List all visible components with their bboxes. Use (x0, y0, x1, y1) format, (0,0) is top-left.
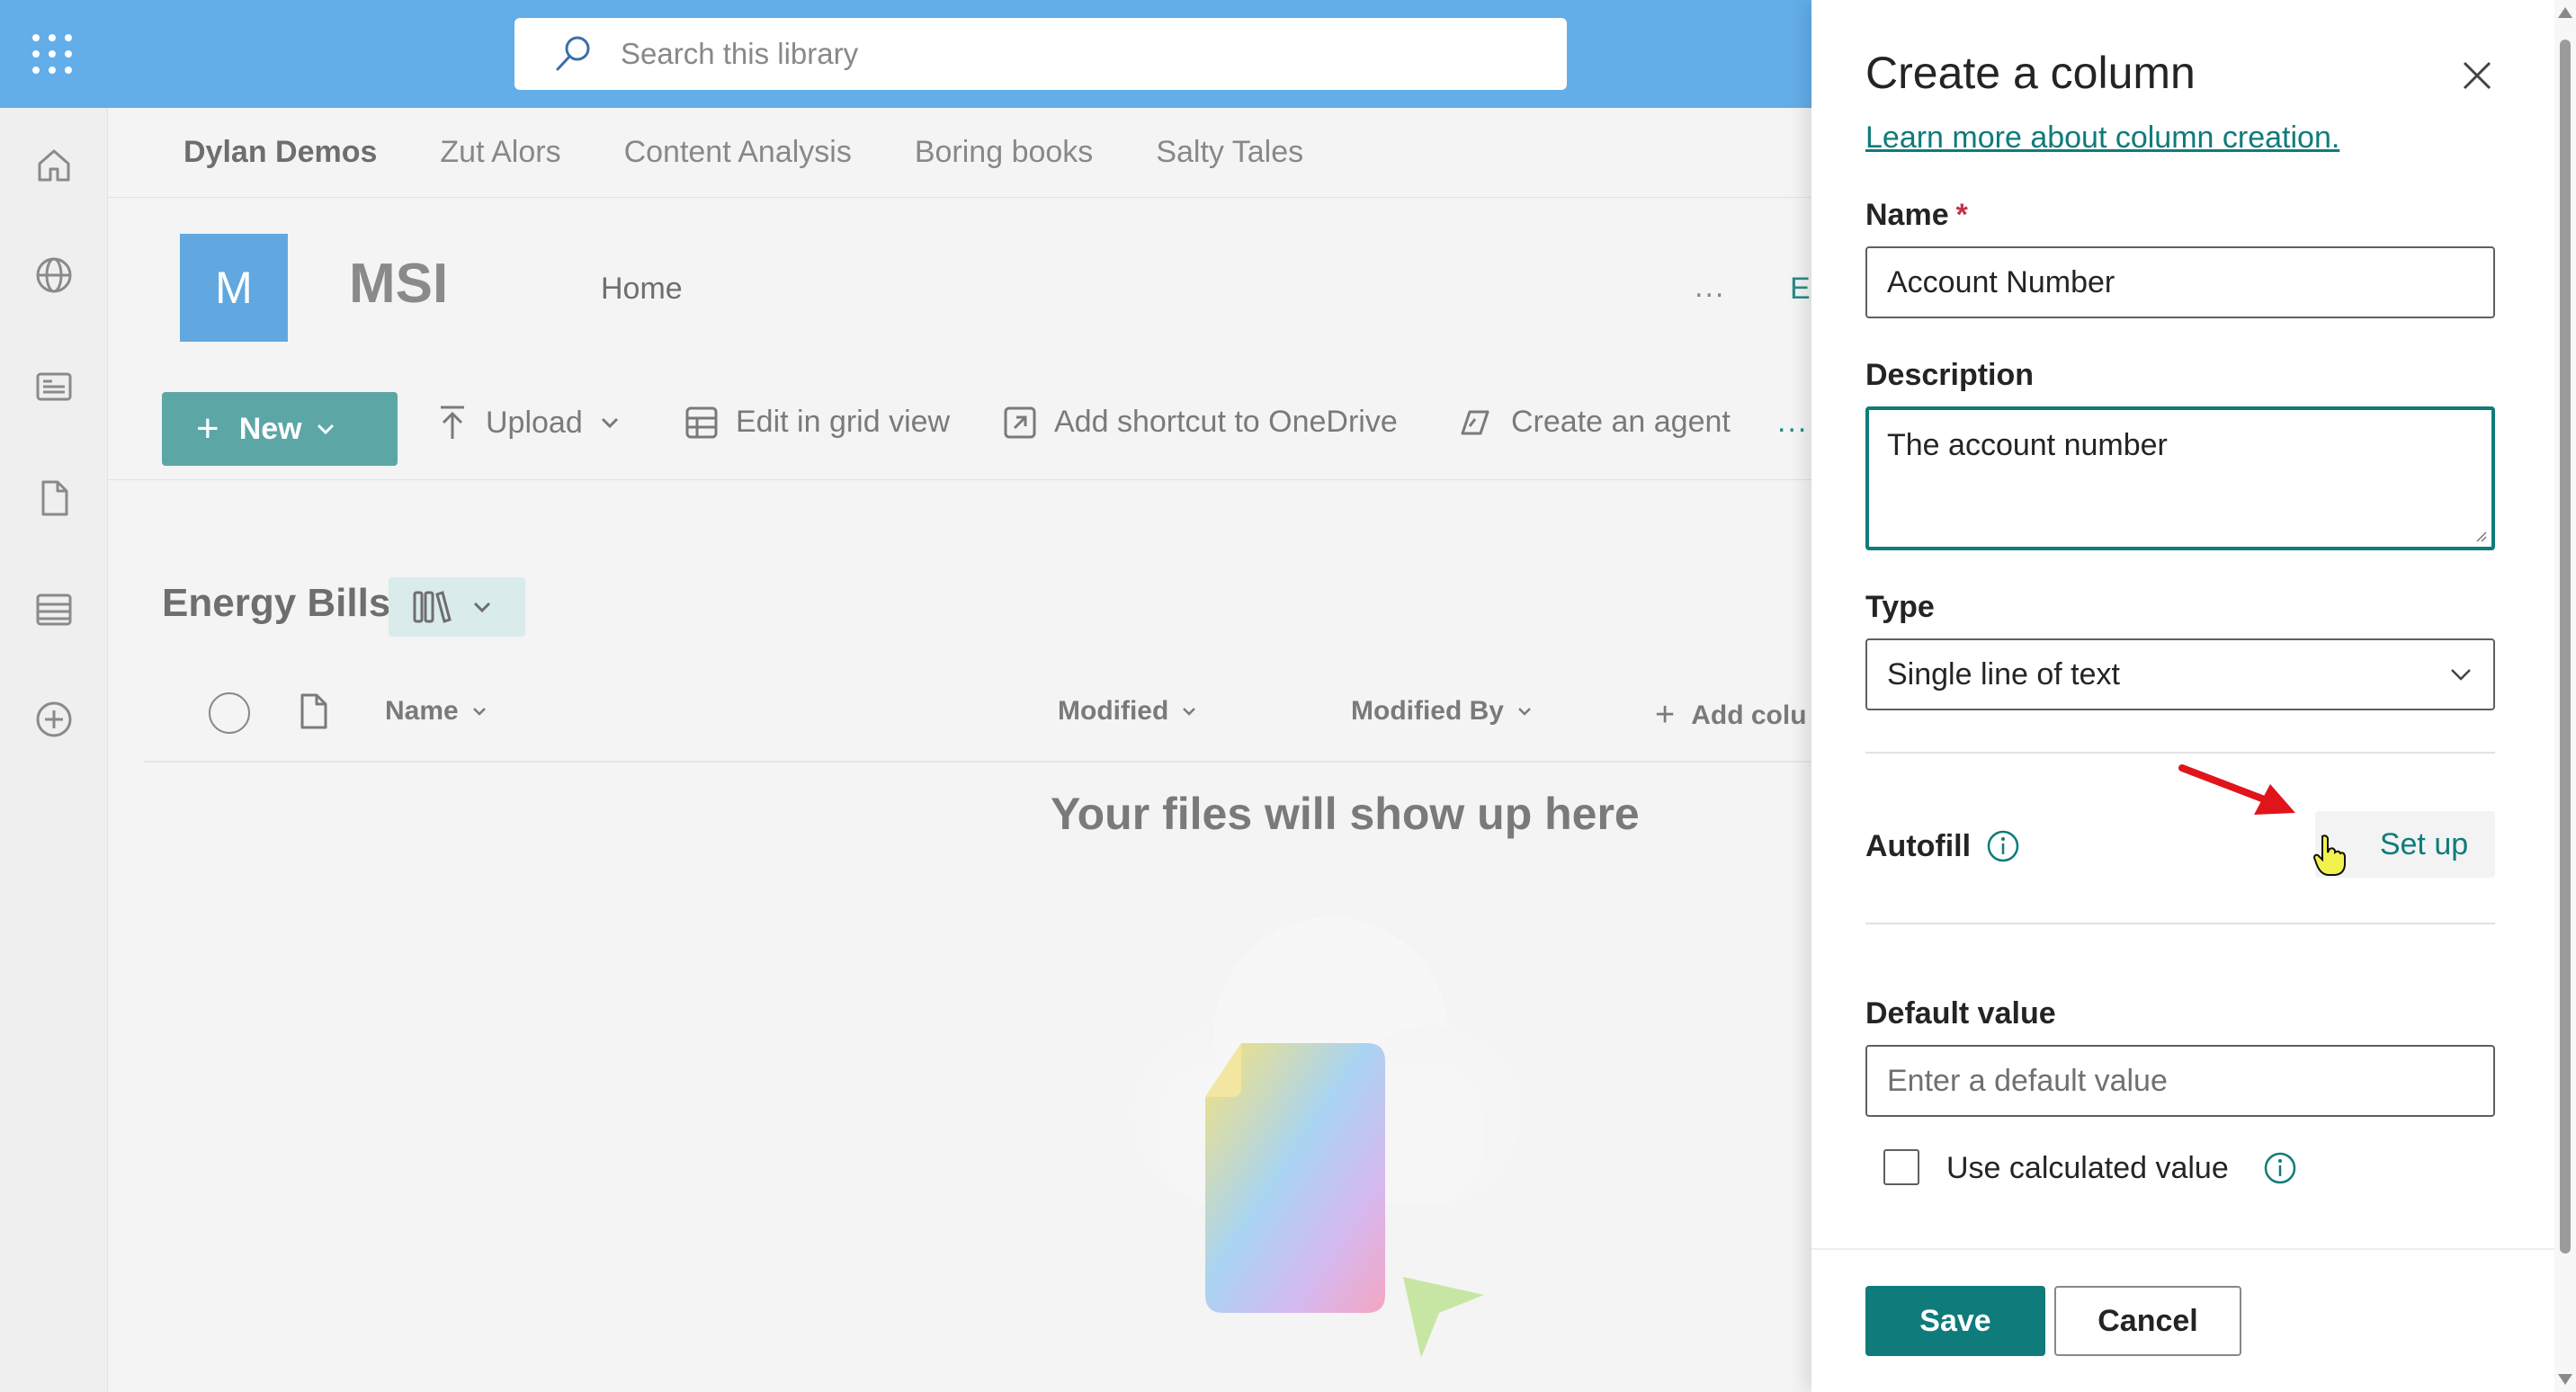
required-indicator: * (1955, 198, 1968, 232)
upload-label: Upload (486, 405, 583, 440)
site-more-button[interactable]: ... (1695, 270, 1725, 305)
command-more-button[interactable]: ... (1777, 405, 1808, 440)
site-logo[interactable]: M (180, 234, 288, 342)
hub-navigation: Dylan Demos Zut Alors Content Analysis B… (108, 108, 1811, 198)
setup-label: Set up (2379, 826, 2469, 861)
name-input-value: Account Number (1887, 264, 2115, 299)
column-modified[interactable]: Modified (1058, 696, 1197, 727)
panel-title: Create a column (1865, 48, 2196, 98)
chevron-down-icon (472, 708, 486, 716)
hub-nav-item[interactable]: Salty Tales (1156, 135, 1303, 170)
file-type-icon (300, 693, 327, 729)
site-nav-home[interactable]: Home (601, 272, 683, 307)
add-column-button[interactable]: + Add colu (1655, 696, 1807, 735)
search-box[interactable]: Search this library (514, 18, 1567, 90)
description-value: The account number (1887, 428, 2168, 462)
chevron-down-icon (1518, 708, 1531, 716)
scroll-up-icon[interactable] (2558, 7, 2572, 18)
site-title[interactable]: MSI (349, 252, 448, 316)
upload-button[interactable]: Upload (437, 405, 639, 441)
column-name-label: Name (385, 696, 459, 726)
column-name[interactable]: Name (385, 696, 487, 727)
default-value-label: Default value (1865, 996, 2056, 1031)
column-header-row: Name Modified Modified By + Add colu (144, 665, 1811, 763)
create-agent-button[interactable]: Create an agent (1457, 405, 1731, 440)
edit-grid-label: Edit in grid view (736, 405, 951, 439)
hub-nav-item[interactable]: Dylan Demos (183, 135, 377, 170)
chevron-down-icon (473, 602, 491, 613)
calculated-value-checkbox[interactable] (1883, 1149, 1919, 1185)
divider (1865, 752, 2495, 754)
library-view-icon (413, 591, 452, 623)
upload-icon (441, 406, 464, 439)
autofill-label: Autofill (1865, 829, 1972, 863)
column-modified-label: Modified (1058, 696, 1169, 726)
chevron-down-icon (601, 417, 618, 429)
name-input[interactable]: Account Number (1865, 246, 2495, 318)
hand-cursor-icon (2312, 834, 2346, 876)
chevron-down-icon (1183, 708, 1196, 716)
chevron-down-icon (317, 424, 334, 435)
learn-more-link[interactable]: Learn more about column creation. (1865, 120, 2339, 156)
library-title: Energy Bills (162, 581, 391, 625)
grid-icon (685, 406, 718, 438)
calculated-value-label: Use calculated value (1946, 1151, 2229, 1185)
panel-scrollbar[interactable] (2554, 0, 2576, 1392)
name-label-text: Name (1865, 198, 1949, 232)
resize-handle-icon[interactable] (2475, 531, 2488, 543)
info-icon[interactable] (1986, 829, 2020, 863)
type-label: Type (1865, 590, 1935, 624)
plus-icon: + (1655, 696, 1676, 734)
search-placeholder: Search this library (621, 37, 859, 70)
scroll-thumb[interactable] (2560, 40, 2571, 1254)
command-bar: + New Upload Edit in grid view Add short… (108, 378, 1811, 480)
name-field-label: Name * (1865, 198, 1968, 233)
column-modified-by-label: Modified By (1351, 696, 1504, 726)
app-rail (0, 108, 108, 1392)
agent-icon (1461, 410, 1489, 434)
cancel-button[interactable]: Cancel (2054, 1286, 2241, 1356)
news-icon[interactable] (32, 365, 76, 408)
app-launcher-icon[interactable] (32, 34, 72, 74)
description-label: Description (1865, 358, 2035, 392)
list-icon[interactable] (32, 588, 76, 631)
add-column-label: Add colu (1691, 700, 1807, 730)
select-all-checkbox[interactable] (209, 692, 250, 734)
type-dropdown[interactable]: Single line of text (1865, 638, 2495, 710)
view-switcher[interactable] (389, 577, 525, 637)
hub-nav-item[interactable]: Zut Alors (440, 135, 560, 170)
new-button-label: New (238, 411, 302, 446)
divider (1865, 923, 2495, 924)
column-modified-by[interactable]: Modified By (1351, 696, 1533, 727)
default-value-input[interactable]: Enter a default value (1865, 1045, 2495, 1117)
add-shortcut-label: Add shortcut to OneDrive (1054, 405, 1398, 439)
default-value-placeholder: Enter a default value (1887, 1063, 2168, 1098)
plus-icon: + (196, 406, 219, 451)
empty-state-message: Your files will show up here (1051, 789, 1640, 839)
annotation-arrow-icon (2178, 764, 2295, 815)
description-textarea[interactable]: The account number (1865, 406, 2495, 550)
create-agent-label: Create an agent (1511, 405, 1731, 439)
empty-folder-illustration (1133, 917, 1520, 1358)
type-selected-value: Single line of text (1887, 656, 2120, 692)
info-icon[interactable] (2263, 1151, 2297, 1185)
globe-icon[interactable] (32, 254, 76, 297)
close-icon[interactable] (2459, 58, 2495, 94)
add-shortcut-button[interactable]: Add shortcut to OneDrive (1004, 405, 1398, 440)
scroll-down-icon[interactable] (2558, 1374, 2572, 1385)
hub-nav-item[interactable]: Boring books (915, 135, 1093, 170)
home-icon[interactable] (32, 144, 76, 187)
edit-grid-button[interactable]: Edit in grid view (685, 405, 950, 440)
search-icon (556, 36, 590, 71)
save-button[interactable]: Save (1865, 1286, 2045, 1356)
chevron-down-icon (2451, 669, 2471, 681)
new-button[interactable]: + New (162, 392, 398, 466)
shortcut-icon (1004, 406, 1036, 438)
hub-nav-item[interactable]: Content Analysis (624, 135, 852, 170)
panel-footer-divider (1811, 1248, 2558, 1250)
create-icon[interactable] (32, 698, 76, 741)
file-icon[interactable] (32, 477, 76, 520)
